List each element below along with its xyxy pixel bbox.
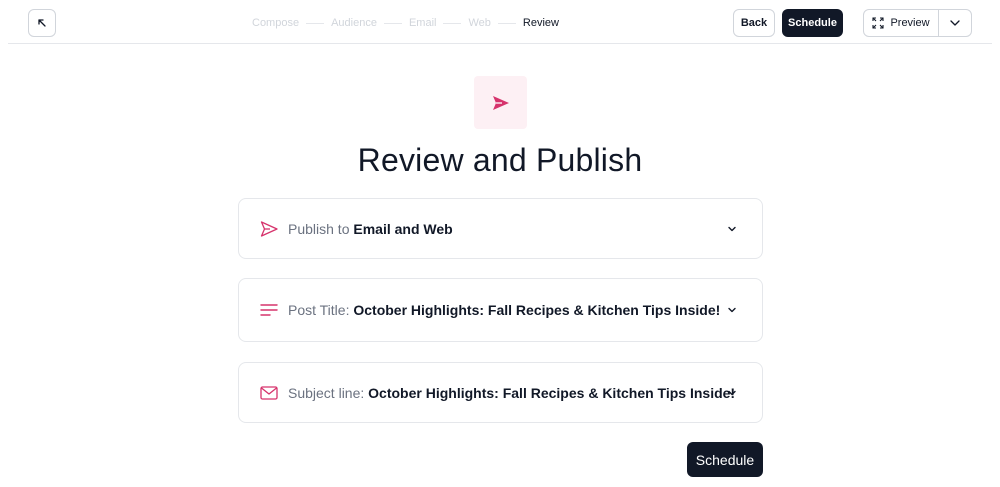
step-compose[interactable]: Compose <box>252 17 299 29</box>
arrow-up-left-icon <box>38 19 46 27</box>
topbar-divider <box>8 43 992 44</box>
step-audience[interactable]: Audience <box>331 17 377 29</box>
schedule-button[interactable]: Schedule <box>782 9 843 37</box>
card-value: October Highlights: Fall Recipes & Kitch… <box>368 384 736 401</box>
publish-to-text: Publish to Email and Web <box>288 221 453 237</box>
card-value: Email and Web <box>353 220 453 237</box>
send-icon <box>492 95 509 110</box>
exit-button[interactable] <box>28 9 56 37</box>
chevron-down-icon[interactable] <box>726 304 738 316</box>
step-review[interactable]: Review <box>523 17 559 29</box>
preview-split-button: Preview <box>863 9 972 37</box>
subject-line-card[interactable]: Subject line: October Highlights: Fall R… <box>238 362 763 423</box>
chevron-down-icon[interactable] <box>726 223 738 235</box>
step-separator <box>443 22 462 24</box>
top-bar: Compose Audience Email Web Review Back S… <box>0 0 1000 44</box>
step-separator <box>497 22 516 24</box>
schedule-submit-button[interactable]: Schedule <box>687 442 763 477</box>
page-title: Review and Publish <box>357 142 643 178</box>
post-title-card[interactable]: Post Title: October Highlights: Fall Rec… <box>238 278 763 342</box>
step-separator <box>306 22 325 24</box>
chevron-down-icon <box>950 20 960 26</box>
card-label: Subject line: <box>288 384 365 401</box>
post-title-text: Post Title: October Highlights: Fall Rec… <box>288 302 720 318</box>
preview-button[interactable]: Preview <box>864 10 939 36</box>
step-email[interactable]: Email <box>409 17 437 29</box>
fullscreen-icon <box>872 17 884 29</box>
subject-line-text: Subject line: October Highlights: Fall R… <box>288 385 735 401</box>
send-icon <box>259 219 279 239</box>
card-value: October Highlights: Fall Recipes & Kitch… <box>353 302 721 318</box>
back-button[interactable]: Back <box>733 9 775 37</box>
preview-label: Preview <box>890 17 930 29</box>
mail-icon <box>259 383 279 403</box>
step-web[interactable]: Web <box>468 17 490 29</box>
card-label: Post Title: <box>288 302 350 318</box>
stepper: Compose Audience Email Web Review <box>252 16 559 30</box>
publish-to-card[interactable]: Publish to Email and Web <box>238 198 763 259</box>
step-separator <box>383 22 402 24</box>
text-lines-icon <box>259 300 279 320</box>
chevron-down-icon[interactable] <box>726 387 738 399</box>
preview-options-button[interactable] <box>939 10 971 36</box>
card-label: Publish to <box>288 220 350 237</box>
hero-icon-tile <box>474 76 527 129</box>
